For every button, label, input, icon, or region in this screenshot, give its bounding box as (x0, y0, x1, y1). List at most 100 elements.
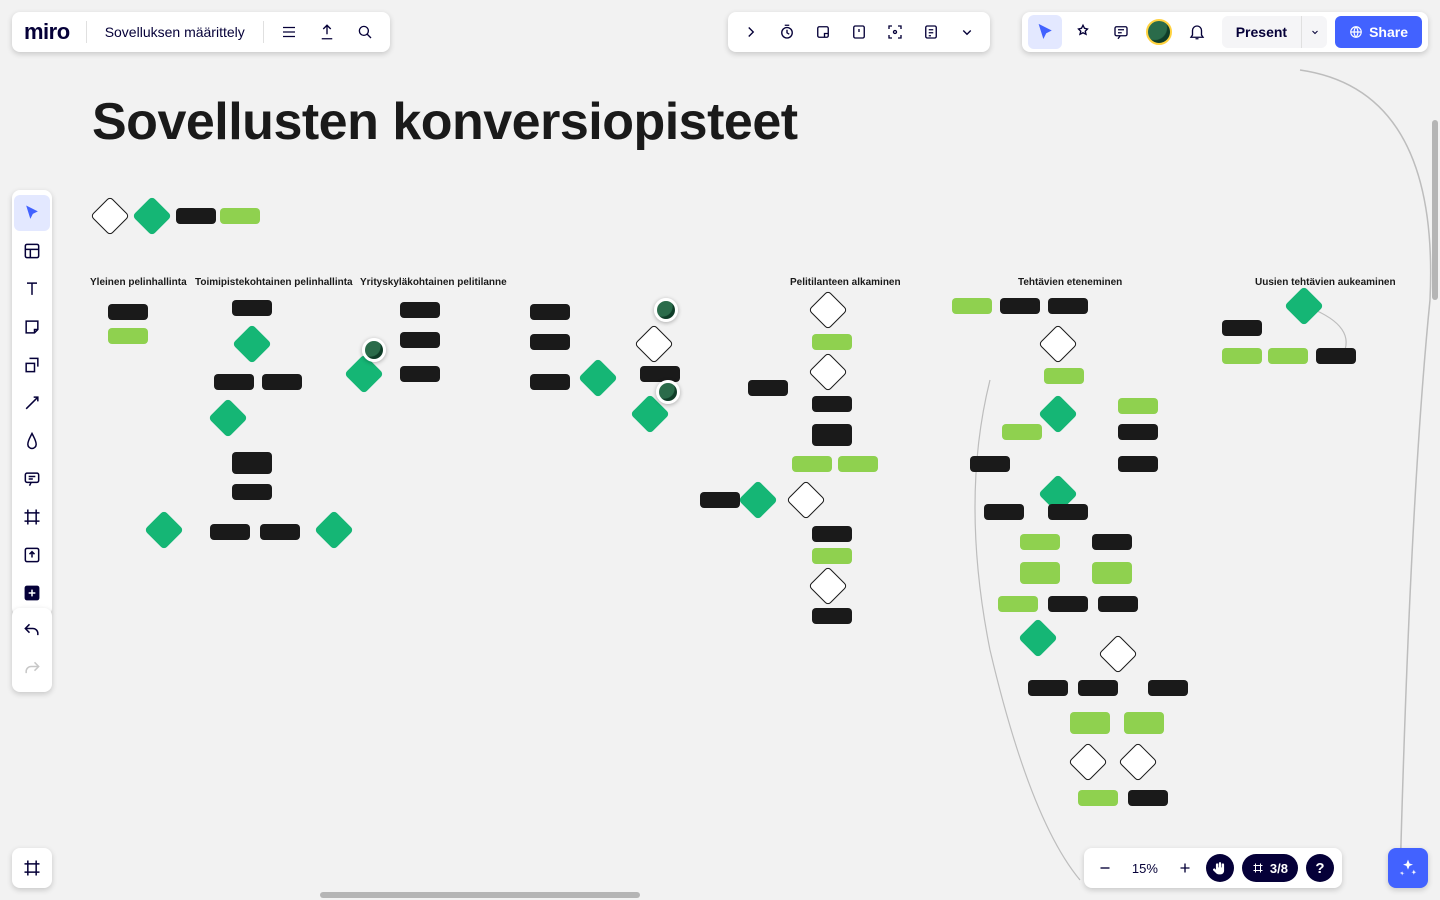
flow-node[interactable] (232, 484, 272, 500)
legend-decision-done[interactable] (132, 196, 172, 236)
flow-node[interactable] (1044, 368, 1084, 384)
flow-node[interactable] (1118, 456, 1158, 472)
flow-node[interactable] (812, 608, 852, 624)
flow-node[interactable] (1028, 680, 1068, 696)
flow-node[interactable] (400, 332, 440, 348)
flow-node[interactable] (214, 374, 254, 390)
flow-node[interactable] (1222, 320, 1262, 336)
flow-node[interactable] (1070, 712, 1110, 734)
reactions-icon[interactable] (1066, 15, 1100, 49)
flow-decision[interactable] (786, 480, 826, 520)
miro-ai-button[interactable] (1388, 848, 1428, 888)
flow-node[interactable] (812, 424, 852, 446)
flow-node[interactable] (1128, 790, 1168, 806)
flow-node[interactable] (748, 380, 788, 396)
flow-decision[interactable] (1098, 634, 1138, 674)
note-icon[interactable] (914, 15, 948, 49)
flow-decision[interactable] (1018, 618, 1058, 658)
flow-node[interactable] (1222, 348, 1262, 364)
flow-decision[interactable] (1118, 742, 1158, 782)
redo-button[interactable] (14, 651, 50, 687)
flow-node[interactable] (1020, 534, 1060, 550)
flow-decision[interactable] (634, 324, 674, 364)
flow-node[interactable] (812, 334, 852, 350)
flow-node[interactable] (232, 452, 272, 474)
legend-decision-empty[interactable] (90, 196, 130, 236)
horizontal-scrollbar[interactable] (320, 892, 640, 898)
legend-step-black[interactable] (176, 208, 216, 224)
flow-decision[interactable] (808, 290, 848, 330)
miro-logo[interactable]: miro (20, 19, 78, 45)
main-menu-button[interactable] (272, 15, 306, 49)
flow-decision[interactable] (208, 398, 248, 438)
flow-node[interactable] (640, 366, 680, 382)
present-dropdown[interactable] (1301, 16, 1327, 48)
flow-node[interactable] (262, 374, 302, 390)
canvas[interactable]: Sovellusten konversiopisteet Yleinen pel… (0, 0, 1440, 900)
flow-decision[interactable] (808, 566, 848, 606)
flow-node[interactable] (812, 526, 852, 542)
zoom-level[interactable]: 15% (1122, 861, 1168, 876)
more-apps-icon[interactable] (950, 15, 984, 49)
text-tool[interactable] (14, 271, 50, 307)
sticky-note-tool[interactable] (14, 309, 50, 345)
legend-step-lime[interactable] (220, 208, 260, 224)
flow-node[interactable] (812, 548, 852, 564)
vertical-scrollbar[interactable] (1432, 120, 1438, 300)
flow-decision[interactable] (738, 480, 778, 520)
pan-mode-button[interactable] (1206, 854, 1234, 882)
upload-tool[interactable] (14, 537, 50, 573)
flow-node[interactable] (1268, 348, 1308, 364)
more-tools[interactable] (14, 575, 50, 611)
cursor-tool-icon[interactable] (1028, 15, 1062, 49)
flow-node[interactable] (1048, 504, 1088, 520)
flow-node[interactable] (1020, 562, 1060, 584)
undo-button[interactable] (14, 613, 50, 649)
help-button[interactable]: ? (1306, 854, 1334, 882)
flow-node[interactable] (210, 524, 250, 540)
flow-decision[interactable] (1038, 394, 1078, 434)
templates-tool[interactable] (14, 233, 50, 269)
flow-node[interactable] (1316, 348, 1356, 364)
connector-tool[interactable] (14, 385, 50, 421)
share-button[interactable]: Share (1335, 16, 1422, 48)
shapes-tool[interactable] (14, 347, 50, 383)
focus-mode-icon[interactable] (878, 15, 912, 49)
flow-node[interactable] (400, 366, 440, 382)
notifications-icon[interactable] (1180, 15, 1214, 49)
flow-node[interactable] (792, 456, 832, 472)
zoom-out-button[interactable] (1088, 851, 1122, 885)
flow-node[interactable] (984, 504, 1024, 520)
frame-tool[interactable] (14, 499, 50, 535)
flow-node[interactable] (1002, 424, 1042, 440)
flow-node[interactable] (1092, 534, 1132, 550)
flow-decision[interactable] (144, 510, 184, 550)
flow-decision[interactable] (578, 358, 618, 398)
comment-tool[interactable] (14, 461, 50, 497)
flow-node[interactable] (232, 300, 272, 316)
frame-navigator[interactable]: 3/8 (1242, 854, 1298, 882)
flow-node[interactable] (530, 334, 570, 350)
zoom-in-button[interactable] (1168, 851, 1202, 885)
flow-node[interactable] (400, 302, 440, 318)
flow-node[interactable] (970, 456, 1010, 472)
search-button[interactable] (348, 15, 382, 49)
flow-node[interactable] (1148, 680, 1188, 696)
flow-decision[interactable] (1068, 742, 1108, 782)
flow-node[interactable] (1000, 298, 1040, 314)
flow-node[interactable] (108, 304, 148, 320)
user-avatar[interactable] (1146, 19, 1172, 45)
present-button[interactable]: Present (1222, 16, 1301, 48)
flow-node[interactable] (1118, 424, 1158, 440)
flow-decision[interactable] (232, 324, 272, 364)
sticky-pack-icon[interactable] (806, 15, 840, 49)
flow-node[interactable] (1078, 680, 1118, 696)
flow-node[interactable] (1092, 562, 1132, 584)
flow-decision[interactable] (808, 352, 848, 392)
flow-node[interactable] (1048, 298, 1088, 314)
flow-node[interactable] (1078, 790, 1118, 806)
export-button[interactable] (310, 15, 344, 49)
card-icon[interactable] (842, 15, 876, 49)
flow-node[interactable] (838, 456, 878, 472)
collapse-icon[interactable] (734, 15, 768, 49)
